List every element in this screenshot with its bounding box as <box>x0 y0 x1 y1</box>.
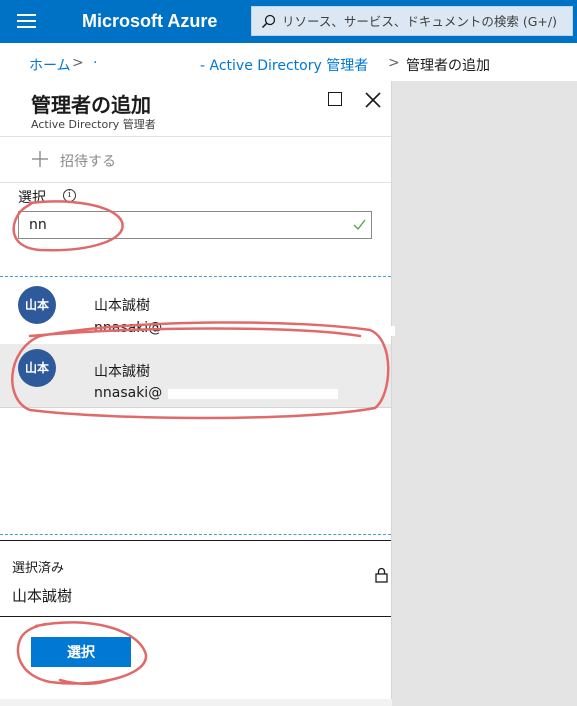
user-result-row[interactable]: 山本 山本誠樹 nnasaki@ <box>0 282 395 345</box>
divider <box>0 136 391 137</box>
redaction-mark <box>100 61 192 69</box>
search-input[interactable] <box>282 7 570 35</box>
chevron-right-icon: > <box>388 55 400 71</box>
redaction-mark <box>170 326 395 336</box>
info-icon[interactable]: i <box>63 189 76 202</box>
global-search[interactable] <box>251 6 573 36</box>
breadcrumb-prefix-dot[interactable]: · <box>93 55 97 71</box>
selected-member-name: 山本誠樹 <box>12 587 73 605</box>
add-admin-blade: 管理者の追加 Active Directory 管理者 招待する 選択 i 山本… <box>0 81 395 699</box>
breadcrumb-home[interactable]: ホーム <box>29 55 71 75</box>
search-icon <box>261 14 276 29</box>
redaction-mark <box>168 389 338 399</box>
user-filter-field[interactable] <box>18 211 372 239</box>
user-email: nnasaki@ <box>94 320 163 336</box>
results-top-border <box>0 276 391 277</box>
maximize-icon[interactable] <box>328 92 342 106</box>
lock-icon <box>375 567 388 583</box>
user-filter-input[interactable] <box>29 216 339 234</box>
avatar: 山本 <box>18 286 56 324</box>
checkmark-icon <box>353 219 366 231</box>
breadcrumb: ホーム > · - Active Directory 管理者 > 管理者の追加 <box>0 43 577 81</box>
divider <box>0 182 391 183</box>
blade-subtitle: Active Directory 管理者 <box>31 118 156 131</box>
brand-title[interactable]: Microsoft Azure <box>82 11 217 32</box>
user-name: 山本誠樹 <box>94 364 150 380</box>
user-email: nnasaki@ <box>94 385 163 401</box>
selected-members-section: 選択済み 山本誠樹 <box>0 540 391 617</box>
close-icon[interactable] <box>364 91 382 109</box>
bottom-strip <box>0 699 392 706</box>
select-label: 選択 <box>18 190 46 206</box>
selected-title: 選択済み <box>12 561 65 576</box>
invite-label: 招待する <box>60 154 116 170</box>
menu-icon[interactable] <box>17 14 36 28</box>
avatar: 山本 <box>18 349 56 387</box>
background-area <box>392 81 577 706</box>
blade-title: 管理者の追加 <box>31 93 151 117</box>
breadcrumb-directory[interactable]: - Active Directory 管理者 <box>200 55 368 75</box>
top-bar: Microsoft Azure <box>0 0 577 43</box>
select-button[interactable]: 選択 <box>31 637 131 667</box>
user-name: 山本誠樹 <box>94 298 150 314</box>
breadcrumb-current: 管理者の追加 <box>406 58 490 74</box>
plus-icon <box>32 151 48 167</box>
results-bottom-border <box>0 534 391 535</box>
user-result-row-selected[interactable]: 山本 山本誠樹 nnasaki@ <box>0 344 391 408</box>
chevron-right-icon: > <box>72 55 84 71</box>
